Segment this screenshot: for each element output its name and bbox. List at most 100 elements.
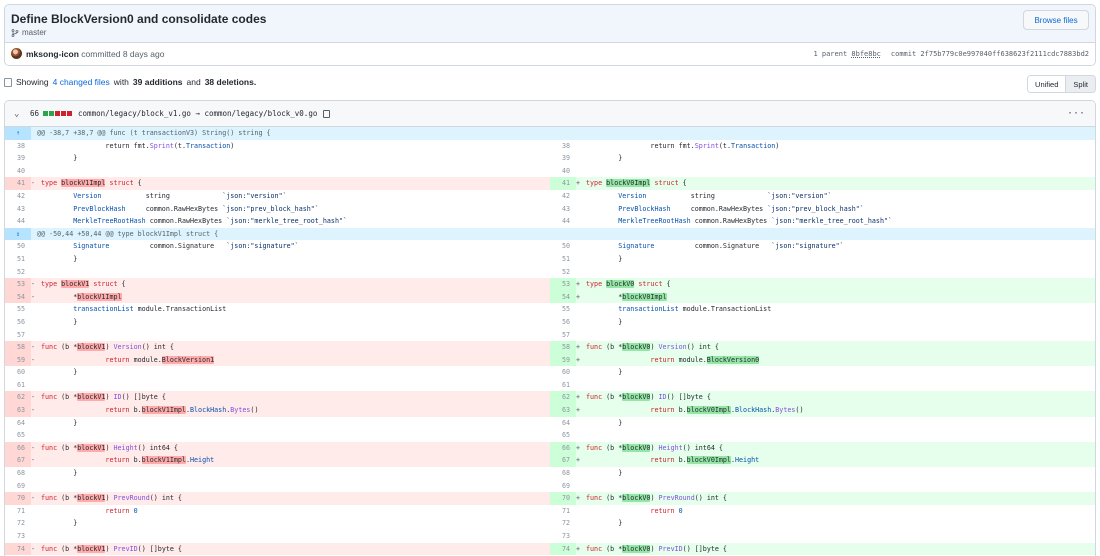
line-number[interactable]: 69	[5, 480, 31, 493]
line-number[interactable]: 63	[5, 404, 31, 417]
line-number[interactable]: 73	[550, 530, 576, 543]
line-number[interactable]: 55	[5, 303, 31, 316]
line-number[interactable]: 58	[5, 341, 31, 354]
line-number[interactable]: 52	[550, 266, 576, 279]
diff-row: 38 return fmt.Sprint(t.Transaction) 38 re…	[5, 140, 1095, 153]
branch-label[interactable]: master	[11, 28, 46, 37]
line-number[interactable]: 38	[550, 140, 576, 153]
commit-title: Define BlockVersion0 and consolidate cod…	[11, 12, 267, 26]
line-number[interactable]: 65	[550, 429, 576, 442]
code-text: }	[41, 254, 78, 263]
line-number[interactable]: 65	[5, 429, 31, 442]
line-number[interactable]: 59	[550, 353, 576, 367]
line-number[interactable]: 70	[550, 492, 576, 505]
split-view-button[interactable]: Split	[1065, 76, 1095, 92]
line-number[interactable]: 72	[550, 517, 576, 530]
line-number[interactable]: 64	[550, 417, 576, 430]
line-number[interactable]: 69	[550, 480, 576, 493]
right-line: 65	[550, 429, 1095, 442]
line-number[interactable]: 68	[5, 467, 31, 480]
line-number[interactable]: 44	[550, 215, 576, 228]
author-link[interactable]: mksong-icon	[26, 49, 79, 59]
right-line: 66 + func (b *blockV0) Height() int64 {	[550, 441, 1095, 455]
line-number[interactable]: 73	[5, 530, 31, 543]
line-number[interactable]: 56	[5, 316, 31, 329]
line-number[interactable]: 71	[550, 505, 576, 518]
line-number[interactable]: 51	[550, 253, 576, 266]
left-line: 43 PrevBlockHash common.RawHexBytes `jso…	[5, 203, 550, 216]
line-number[interactable]: 50	[5, 240, 31, 253]
line-number[interactable]: 53	[5, 278, 31, 291]
line-number[interactable]: 72	[5, 517, 31, 530]
diff-marker: +	[576, 393, 581, 402]
diff-row: 72 } 72 }	[5, 517, 1095, 530]
code-text: type blockV0 struct {	[586, 280, 671, 289]
diff-marker: -	[31, 494, 36, 503]
diff-marker: +	[576, 292, 581, 301]
right-line: 40	[550, 165, 1095, 178]
line-number[interactable]: 59	[5, 353, 31, 367]
line-number[interactable]: 58	[550, 341, 576, 354]
line-number[interactable]: 42	[5, 190, 31, 203]
line-number[interactable]: 57	[5, 329, 31, 342]
line-number[interactable]: 41	[5, 177, 31, 190]
git-branch-icon	[11, 28, 19, 37]
line-number[interactable]: 38	[5, 140, 31, 153]
line-number[interactable]: 54	[5, 290, 31, 304]
left-line: 57	[5, 329, 550, 342]
line-number[interactable]: 66	[550, 441, 576, 455]
changed-files-link[interactable]: 4 changed files	[53, 77, 110, 87]
file-path[interactable]: common/legacy/block_v1.go → common/legac…	[78, 109, 317, 118]
line-number[interactable]: 39	[550, 152, 576, 165]
diff-marker	[576, 316, 586, 329]
kebab-menu-icon[interactable]: ···	[1067, 108, 1085, 119]
line-number[interactable]: 60	[550, 366, 576, 379]
expand-both-icon[interactable]: ⇕	[5, 227, 31, 241]
line-number[interactable]: 41	[550, 177, 576, 190]
left-line: 41- type blockV1Impl struct {	[5, 177, 550, 190]
diff-marker	[31, 140, 41, 153]
line-number[interactable]: 57	[550, 329, 576, 342]
line-number[interactable]: 43	[5, 203, 31, 216]
line-number[interactable]: 39	[5, 152, 31, 165]
line-number[interactable]: 60	[5, 366, 31, 379]
parent-sha-link[interactable]: 8bfe8bc	[851, 50, 881, 58]
line-number[interactable]: 55	[550, 303, 576, 316]
line-number[interactable]: 53	[550, 278, 576, 291]
line-number[interactable]: 68	[550, 467, 576, 480]
line-number[interactable]: 67	[550, 454, 576, 468]
line-number[interactable]: 74	[550, 542, 576, 556]
line-number[interactable]: 40	[550, 165, 576, 178]
line-number[interactable]: 42	[550, 190, 576, 203]
line-number[interactable]: 61	[550, 379, 576, 392]
avatar[interactable]	[11, 48, 22, 59]
line-number[interactable]: 62	[5, 391, 31, 405]
line-number[interactable]: 62	[550, 391, 576, 405]
browse-files-button[interactable]: Browse files	[1023, 10, 1089, 30]
line-number[interactable]: 54	[550, 290, 576, 304]
right-line: 52	[550, 266, 1095, 279]
line-number[interactable]: 52	[5, 266, 31, 279]
line-number[interactable]: 66	[5, 441, 31, 455]
line-number[interactable]: 43	[550, 203, 576, 216]
line-number[interactable]: 67	[5, 454, 31, 468]
line-number[interactable]: 51	[5, 253, 31, 266]
line-number[interactable]: 64	[5, 417, 31, 430]
line-number[interactable]: 56	[550, 316, 576, 329]
diff-marker	[576, 140, 586, 153]
line-number[interactable]: 40	[5, 165, 31, 178]
line-number[interactable]: 61	[5, 379, 31, 392]
diff-marker	[576, 366, 586, 379]
line-number[interactable]: 74	[5, 542, 31, 556]
line-number[interactable]: 70	[5, 492, 31, 505]
line-number[interactable]: 71	[5, 505, 31, 518]
expand-up-icon[interactable]: ⇡	[5, 127, 31, 140]
copy-icon[interactable]	[323, 109, 331, 118]
line-number[interactable]: 50	[550, 240, 576, 253]
line-number[interactable]: 63	[550, 404, 576, 417]
unified-view-button[interactable]: Unified	[1028, 76, 1066, 92]
chevron-down-icon[interactable]: ⌄	[14, 109, 24, 119]
line-number[interactable]: 44	[5, 215, 31, 228]
